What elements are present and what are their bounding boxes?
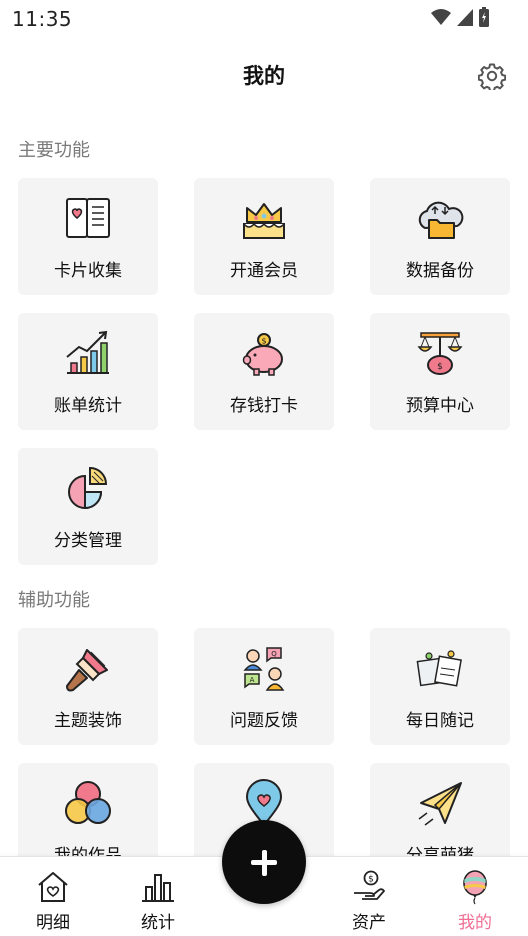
pie-chart-icon xyxy=(68,466,108,510)
svg-text:A: A xyxy=(250,676,255,684)
card-label: 预算中心 xyxy=(406,396,474,416)
feedback-people-icon: Q A xyxy=(243,647,285,691)
piggy-bank-icon: $ xyxy=(242,333,283,376)
color-circles-icon xyxy=(65,781,111,824)
tab-label: 明细 xyxy=(36,913,70,933)
gear-icon xyxy=(477,63,507,92)
card-collection-icon xyxy=(66,198,110,238)
house-heart-icon xyxy=(38,872,68,902)
card-label: 数据备份 xyxy=(406,261,474,281)
hand-coin-icon: $ xyxy=(354,870,385,900)
tab-details[interactable]: 明细 xyxy=(8,857,98,939)
vip-membership-button[interactable]: 开通会员 xyxy=(194,178,334,295)
add-record-button[interactable] xyxy=(222,820,306,904)
status-bar: 11:35 xyxy=(0,0,528,36)
budget-scale-icon: $ xyxy=(417,332,463,375)
bill-stats-button[interactable]: 账单统计 xyxy=(18,313,158,430)
battery-icon xyxy=(479,7,489,27)
section-title-aux: 辅助功能 xyxy=(18,590,90,611)
header: 我的 xyxy=(0,50,528,98)
svg-text:$: $ xyxy=(261,337,266,346)
card-label: 主题装饰 xyxy=(54,711,122,731)
tab-label: 资产 xyxy=(352,913,386,933)
bar-chart-outline-icon xyxy=(142,874,174,902)
daily-notes-button[interactable]: 每日随记 xyxy=(370,628,510,745)
card-label: 分类管理 xyxy=(54,531,122,551)
wifi-icon xyxy=(431,9,451,25)
budget-center-button[interactable]: $ 预算中心 xyxy=(370,313,510,430)
settings-button[interactable] xyxy=(477,62,507,92)
tab-mine[interactable]: 我的 xyxy=(430,857,520,939)
my-works-button[interactable]: 我的作品 xyxy=(18,763,158,856)
svg-text:Q: Q xyxy=(271,650,277,658)
card-label: 问题反馈 xyxy=(230,711,298,731)
card-label: 分享萌猪 xyxy=(406,846,474,856)
feedback-button[interactable]: Q A 问题反馈 xyxy=(194,628,334,745)
card-label: 账单统计 xyxy=(54,396,122,416)
status-time: 11:35 xyxy=(12,7,73,31)
paint-brush-icon xyxy=(66,649,108,692)
data-backup-button[interactable]: 数据备份 xyxy=(370,178,510,295)
paper-plane-icon xyxy=(418,782,462,826)
card-collection-button[interactable]: 卡片收集 xyxy=(18,178,158,295)
signal-icon xyxy=(457,9,473,26)
cloud-folder-icon xyxy=(418,201,464,239)
crown-cake-icon xyxy=(243,203,285,239)
svg-text:$: $ xyxy=(368,875,374,885)
balloon-icon xyxy=(463,870,487,905)
tab-statistics[interactable]: 统计 xyxy=(113,857,203,939)
main-feature-grid: 卡片收集 开通会员 数据备份 账单统计 $ 存钱打卡 $ 预算中心 分类管理 xyxy=(18,178,510,568)
tab-label: 统计 xyxy=(141,913,175,933)
svg-text:$: $ xyxy=(437,362,443,372)
card-label: 开通会员 xyxy=(230,261,298,281)
notes-icon xyxy=(416,650,462,687)
category-manage-button[interactable]: 分类管理 xyxy=(18,448,158,565)
theme-decoration-button[interactable]: 主题装饰 xyxy=(18,628,158,745)
tab-assets[interactable]: $ 资产 xyxy=(324,857,414,939)
card-label: 存钱打卡 xyxy=(230,396,298,416)
tab-label: 我的 xyxy=(458,913,492,933)
card-label: 卡片收集 xyxy=(54,261,122,281)
card-label: 每日随记 xyxy=(406,711,474,731)
section-title-main: 主要功能 xyxy=(18,140,90,161)
card-label: 我的作品 xyxy=(54,846,122,856)
share-pig-button[interactable]: 分享萌猪 xyxy=(370,763,510,856)
status-icons xyxy=(430,6,490,28)
savings-checkin-button[interactable]: $ 存钱打卡 xyxy=(194,313,334,430)
bar-chart-icon xyxy=(66,330,109,374)
page-title: 我的 xyxy=(243,64,285,88)
